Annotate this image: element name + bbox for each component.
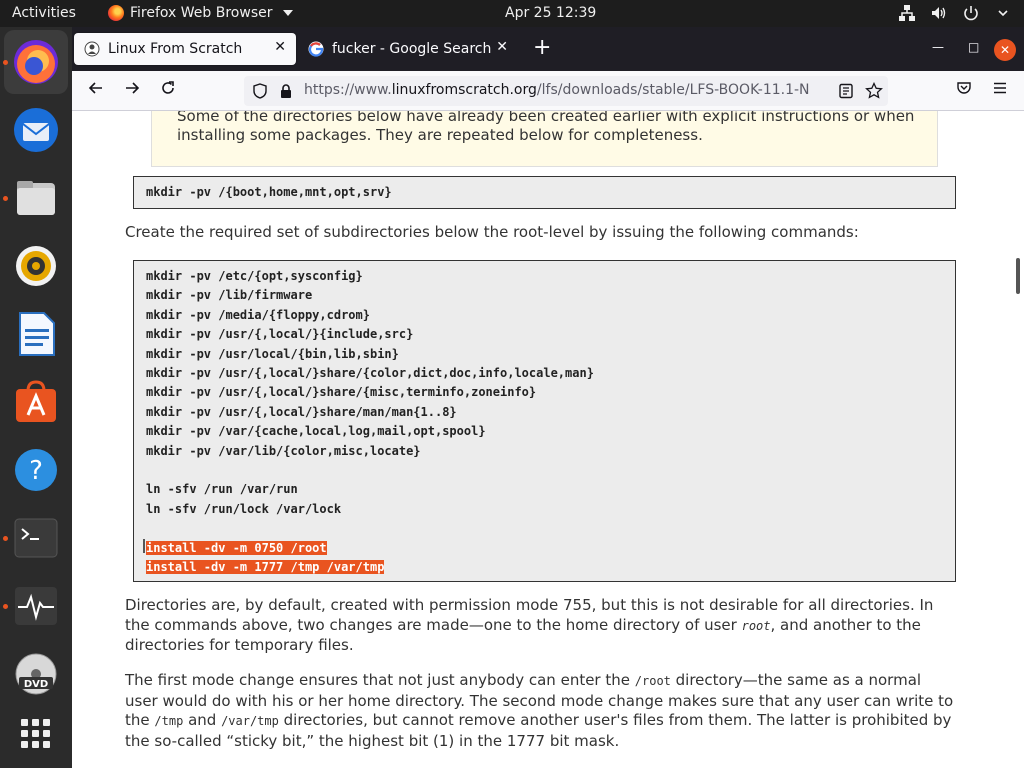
- top-bar: Activities Firefox Web Browser Apr 25 12…: [0, 0, 1024, 27]
- text-cursor: [143, 539, 145, 553]
- power-icon: [962, 4, 980, 22]
- new-tab-button[interactable]: +: [533, 37, 551, 59]
- app-menu-button[interactable]: [992, 80, 1008, 101]
- show-apps-button[interactable]: [4, 702, 68, 766]
- svg-text:?: ?: [29, 456, 43, 486]
- dock-rhythmbox[interactable]: [4, 234, 68, 298]
- dock-help[interactable]: ?: [4, 438, 68, 502]
- code-line[interactable]: ln -sfv /run/lock /var/lock: [146, 500, 594, 519]
- nav-bar: https://www.linuxfromscratch.org/lfs/dow…: [72, 71, 1024, 111]
- tab-title: Linux From Scratch: [108, 41, 243, 57]
- code-line[interactable]: mkdir -pv /var/{cache,local,log,mail,opt…: [146, 422, 594, 441]
- code-line[interactable]: mkdir -pv /media/{floppy,cdrom}: [146, 306, 594, 325]
- dock-app-center[interactable]: [4, 370, 68, 434]
- network-icon: [898, 4, 916, 22]
- code-line[interactable]: mkdir -pv /var/lib/{color,misc,locate}: [146, 442, 594, 461]
- tracking-protection-icon[interactable]: [252, 83, 268, 99]
- code-line[interactable]: mkdir -pv /usr/{,local/}share/{color,dic…: [146, 364, 594, 383]
- app-menu[interactable]: Firefox Web Browser: [108, 5, 293, 21]
- forward-button[interactable]: [124, 80, 140, 101]
- code-line[interactable]: mkdir -pv /usr/{,local/}share/man/man{1.…: [146, 403, 594, 422]
- running-indicator: [3, 196, 8, 201]
- paragraph-permissions: Directories are, by default, created wit…: [125, 596, 934, 654]
- reload-button[interactable]: [160, 80, 176, 101]
- running-indicator: [3, 536, 8, 541]
- window-close-button[interactable]: ✕: [994, 39, 1016, 61]
- intro-paragraph: Create the required set of subdirectorie…: [125, 223, 859, 241]
- chevron-down-icon: [282, 10, 293, 16]
- tab-google-search[interactable]: fucker - Google Search ✕: [298, 33, 518, 65]
- tab-linux-from-scratch[interactable]: Linux From Scratch ✕: [74, 33, 296, 65]
- rhythmbox-icon: [16, 246, 56, 286]
- dock-system-monitor[interactable]: [4, 574, 68, 638]
- dock-files[interactable]: [4, 166, 68, 230]
- files-icon: [17, 181, 55, 215]
- page-content: Some of the directories below have alrea…: [72, 111, 1024, 768]
- terminal-icon: [14, 518, 58, 558]
- dvd-icon: DVD: [15, 653, 57, 695]
- url-text[interactable]: https://www.linuxfromscratch.org/lfs/dow…: [304, 82, 834, 98]
- volume-icon: [930, 4, 948, 22]
- bookmark-star-icon[interactable]: [865, 82, 883, 100]
- activities-button[interactable]: Activities: [12, 5, 76, 21]
- dock: ? DVD: [0, 27, 72, 768]
- firefox-icon: [108, 5, 124, 21]
- dock-firefox[interactable]: [4, 30, 68, 94]
- app-menu-label: Firefox Web Browser: [130, 5, 273, 21]
- code-block-commands: mkdir -pv /etc/{opt,sysconfig} mkdir -pv …: [133, 260, 956, 582]
- code-line[interactable]: mkdir -pv /{boot,home,mnt,opt,srv}: [146, 183, 392, 202]
- back-button[interactable]: [88, 80, 104, 101]
- tab-strip: Linux From Scratch ✕ fucker - Google Sea…: [72, 27, 1024, 71]
- paragraph-mode-change: The first mode change ensures that not j…: [125, 671, 954, 750]
- reload-icon: [162, 81, 174, 94]
- code-line[interactable]: mkdir -pv /usr/{,local/}{include,src}: [146, 325, 594, 344]
- dock-writer[interactable]: [4, 302, 68, 366]
- chevron-down-icon: [994, 4, 1012, 22]
- code-line[interactable]: ln -sfv /run /var/run: [146, 480, 594, 499]
- tab-title: fucker - Google Search: [332, 41, 492, 57]
- code-block: mkdir -pv /{boot,home,mnt,opt,srv}: [133, 176, 956, 209]
- reader-view-icon[interactable]: [838, 83, 854, 99]
- running-indicator: [3, 604, 8, 609]
- code-line-selected[interactable]: install -dv -m 0750 /root: [146, 539, 594, 558]
- lock-icon[interactable]: [278, 83, 294, 99]
- close-tab-icon[interactable]: ✕: [496, 39, 508, 55]
- clock[interactable]: Apr 25 12:39: [505, 5, 596, 21]
- code-line[interactable]: mkdir -pv /usr/local/{bin,lib,sbin}: [146, 345, 594, 364]
- app-center-icon: [16, 380, 56, 422]
- note-text: Some of the directories below have alrea…: [177, 111, 915, 144]
- thunderbird-icon: [14, 108, 58, 152]
- firefox-icon: [14, 40, 58, 84]
- scrollbar-thumb[interactable]: [1016, 258, 1020, 294]
- dock-thunderbird[interactable]: [4, 98, 68, 162]
- hamburger-menu-icon: [994, 82, 1006, 94]
- system-tray[interactable]: [898, 4, 1012, 22]
- dock-dvd[interactable]: DVD: [4, 642, 68, 706]
- code-line[interactable]: mkdir -pv /usr/{,local/}share/{misc,term…: [146, 383, 594, 402]
- lfs-favicon-icon: [84, 41, 100, 57]
- url-bar[interactable]: https://www.linuxfromscratch.org/lfs/dow…: [244, 76, 888, 106]
- pocket-icon: [957, 82, 971, 94]
- arrow-right-icon: [126, 82, 140, 94]
- code-line[interactable]: mkdir -pv /lib/firmware: [146, 286, 594, 305]
- note-box: Some of the directories below have alrea…: [151, 111, 938, 167]
- arrow-left-icon: [88, 82, 102, 94]
- code-line-selected[interactable]: install -dv -m 1777 /tmp /var/tmp: [146, 558, 594, 577]
- code-line[interactable]: mkdir -pv /etc/{opt,sysconfig}: [146, 267, 594, 286]
- running-indicator: [3, 60, 8, 65]
- show-apps-icon: [21, 719, 50, 748]
- system-monitor-icon: [15, 587, 57, 625]
- minimize-button[interactable]: —: [932, 40, 944, 54]
- libreoffice-writer-icon: [19, 312, 55, 356]
- close-tab-icon[interactable]: ✕: [274, 39, 286, 55]
- pocket-button[interactable]: [956, 80, 972, 101]
- help-icon: ?: [15, 449, 57, 491]
- dock-terminal[interactable]: [4, 506, 68, 570]
- svg-text:DVD: DVD: [24, 679, 48, 690]
- code-lines: mkdir -pv /etc/{opt,sysconfig} mkdir -pv …: [146, 267, 594, 578]
- google-favicon-icon: [308, 41, 324, 57]
- maximize-button[interactable]: □: [968, 40, 979, 54]
